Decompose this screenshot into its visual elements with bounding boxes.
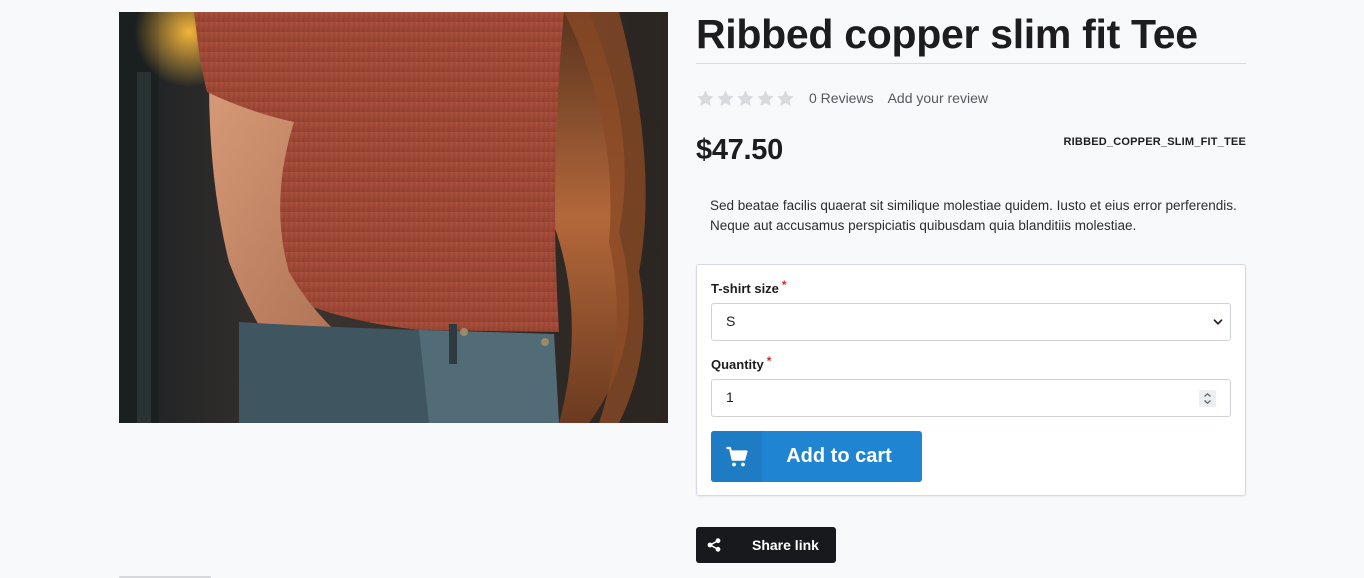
add-to-cart-form: T-shirt size * S Quantity * 1 Add to cart	[696, 264, 1246, 496]
rating-summary: 0 Reviews Add your review	[696, 86, 1002, 110]
add-review-link[interactable]: Add your review	[888, 90, 988, 106]
title-divider	[696, 63, 1246, 64]
chevron-down-icon	[1212, 316, 1224, 328]
quantity-input[interactable]: 1	[711, 379, 1231, 417]
add-to-cart-label: Add to cart	[786, 445, 892, 467]
reviews-count-link[interactable]: 0 Reviews	[809, 90, 874, 106]
cart-icon	[711, 431, 762, 482]
rating-stars	[696, 89, 795, 108]
star-icon	[716, 89, 735, 108]
share-link-button[interactable]: Share link	[696, 527, 836, 563]
share-icon	[707, 538, 721, 552]
share-link-label: Share link	[752, 537, 819, 553]
size-label-text: T-shirt size	[711, 281, 779, 296]
size-select[interactable]: S	[711, 303, 1231, 341]
add-to-cart-button[interactable]: Add to cart	[711, 431, 922, 482]
quantity-label-text: Quantity	[711, 357, 764, 372]
quantity-field-label: Quantity *	[711, 354, 772, 372]
product-title: Ribbed copper slim fit Tee	[696, 11, 1198, 57]
star-icon	[776, 89, 795, 108]
size-select-value: S	[726, 313, 736, 329]
star-icon	[736, 89, 755, 108]
product-price: $47.50	[696, 134, 783, 166]
quantity-value: 1	[726, 389, 734, 405]
required-indicator: *	[781, 278, 787, 292]
product-photo	[119, 12, 668, 423]
star-icon	[696, 89, 715, 108]
product-description: Sed beatae facilis quaerat sit similique…	[710, 198, 1237, 233]
star-icon	[756, 89, 775, 108]
product-sku: RIBBED_COPPER_SLIM_FIT_TEE	[1063, 136, 1246, 148]
product-image[interactable]	[119, 12, 668, 423]
number-spinner-icon[interactable]	[1199, 390, 1216, 407]
required-indicator: *	[766, 354, 772, 368]
size-field-label: T-shirt size *	[711, 278, 787, 296]
